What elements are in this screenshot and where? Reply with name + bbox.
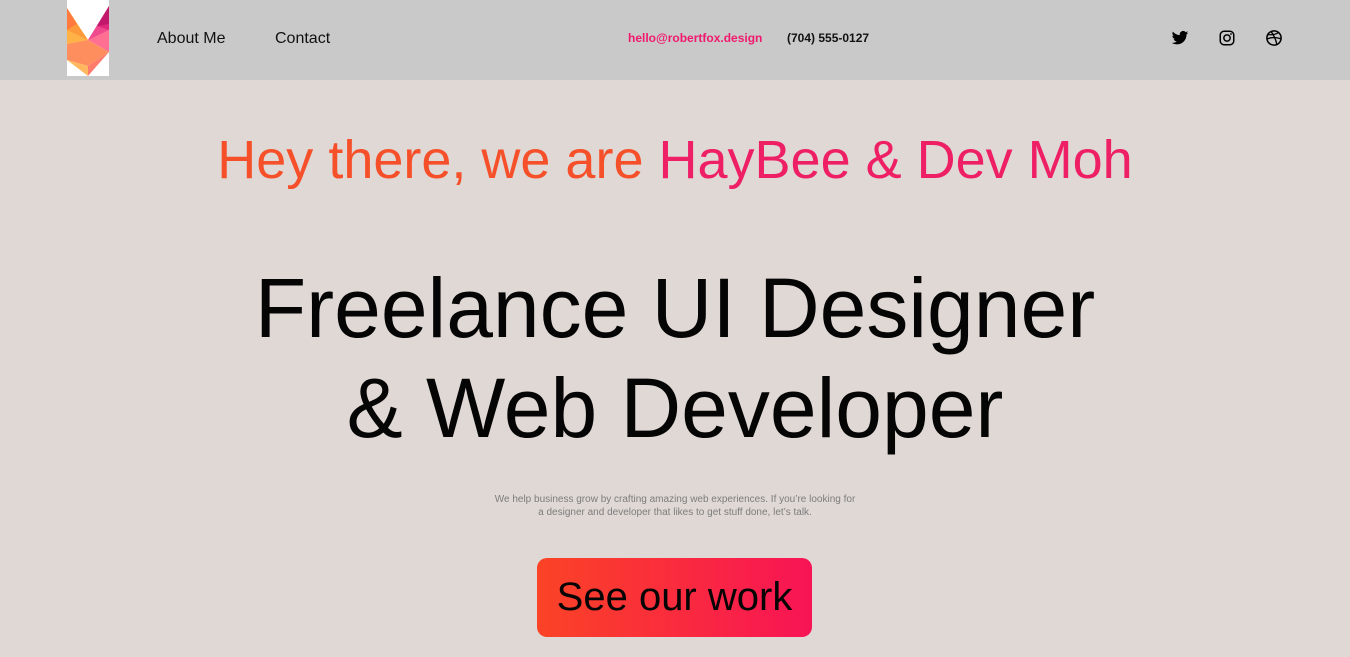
intro-greeting: Hey there, we are [217, 130, 659, 190]
headline-line-2: & Web Developer [346, 361, 1004, 455]
intro-names: HayBee & Dev Moh [658, 130, 1133, 190]
phone-link[interactable]: (704) 555-0127 [787, 31, 869, 45]
email-link[interactable]: hello@robertfox.design [628, 31, 762, 45]
logo-mark-icon [67, 6, 109, 76]
intro-heading: Hey there, we are HayBee & Dev Moh [0, 128, 1350, 192]
logo[interactable] [67, 0, 109, 76]
main-headline: Freelance UI Designer & Web Developer [0, 258, 1350, 458]
instagram-icon[interactable] [1218, 29, 1236, 47]
hero-description: We help business grow by crafting amazin… [450, 493, 900, 519]
description-line-1: We help business grow by crafting amazin… [494, 494, 856, 505]
see-our-work-button[interactable]: See our work [537, 558, 812, 637]
site-header: About Me Contact hello@robertfox.design … [0, 0, 1350, 80]
headline-line-1: Freelance UI Designer [254, 261, 1096, 355]
twitter-icon[interactable] [1171, 29, 1189, 47]
nav-about-me[interactable]: About Me [157, 30, 225, 48]
nav-contact[interactable]: Contact [275, 30, 330, 48]
description-line-2: a designer and developer that likes to g… [538, 507, 812, 518]
dribbble-icon[interactable] [1265, 29, 1283, 47]
